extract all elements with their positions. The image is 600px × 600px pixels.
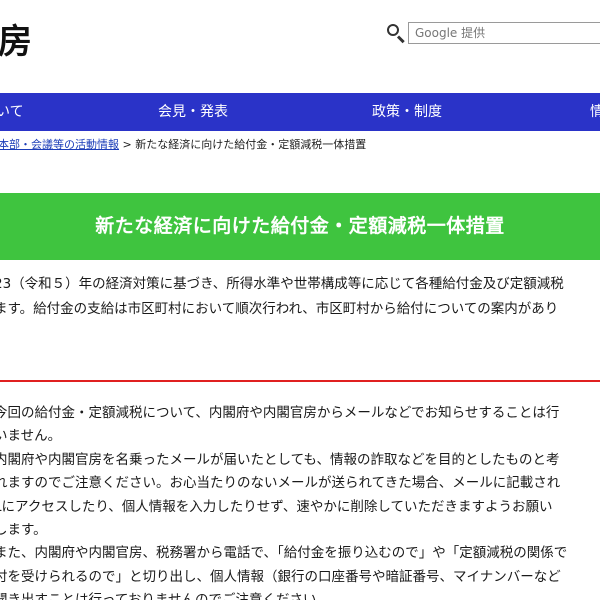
site-search [386, 22, 600, 44]
notice-line: 付を受けられるので」と切り出し、個人情報（銀行の口座番号や暗証番号、マイナンバー… [0, 568, 561, 585]
nav-item-policy[interactable]: 政策・制度 [372, 93, 442, 131]
notice-line: いません。 [0, 428, 62, 445]
lead-line: ます。給付金の支給は市区町村において順次行われ、市区町村から給付についての案内が… [0, 301, 559, 317]
search-input[interactable] [408, 22, 600, 44]
notice-line: れますのでご注意ください。お心当たりのないメールが送られてきた場合、メールに記載… [0, 475, 561, 492]
notice-line: 今回の給付金・定額減税について、内閣府や内閣官房からメールなどでお知らせすること… [0, 405, 560, 421]
notice-divider [0, 380, 600, 382]
breadcrumb-current: 新たな経済に向けた給付金・定額減税一体措置 [135, 138, 367, 151]
site-logo[interactable]: 房 [0, 14, 33, 63]
page-title: 新たな経済に向けた給付金・定額減税一体措置 [0, 193, 600, 260]
lead-paragraph: 23（令和５）年の経済対策に基づき、所得水準や世帯構成等に応じて各種給付金及び定… [0, 272, 600, 322]
nav-item-press[interactable]: 会見・発表 [158, 93, 228, 131]
notice-box: 今回の給付金・定額減税について、内閣府や内閣官房からメールなどでお知らせすること… [0, 402, 600, 600]
search-icon[interactable] [386, 23, 406, 44]
breadcrumb: 本部・会議等の活動情報 > 新たな経済に向けた給付金・定額減税一体措置 [0, 136, 366, 152]
notice-line: また、内閣府や内閣官房、税務署から電話で、「給付金を振り込むので」や「定額減税の… [0, 545, 568, 562]
notice-line: 内閣府や内閣官房を名乗ったメールが届いたとしても、情報の詐取などを目的としたもの… [0, 451, 560, 468]
breadcrumb-separator: > [119, 138, 136, 151]
global-nav: いて 会見・発表 政策・制度 情 [0, 93, 600, 131]
notice-line: Lにアクセスしたり、個人情報を入力したりせず、速やかに削除していただきますようお… [0, 498, 553, 515]
nav-item-info[interactable]: 情 [590, 93, 600, 131]
breadcrumb-parent-link[interactable]: 本部・会議等の活動情報 [0, 138, 119, 151]
notice-line: 聞き出すことは行っておりませんのでご注意ください。 [0, 589, 600, 600]
notice-line: します。 [0, 522, 47, 539]
lead-line: 23（令和５）年の経済対策に基づき、所得水準や世帯構成等に応じて各種給付金及び定… [0, 276, 564, 292]
nav-item-about[interactable]: いて [0, 93, 24, 131]
